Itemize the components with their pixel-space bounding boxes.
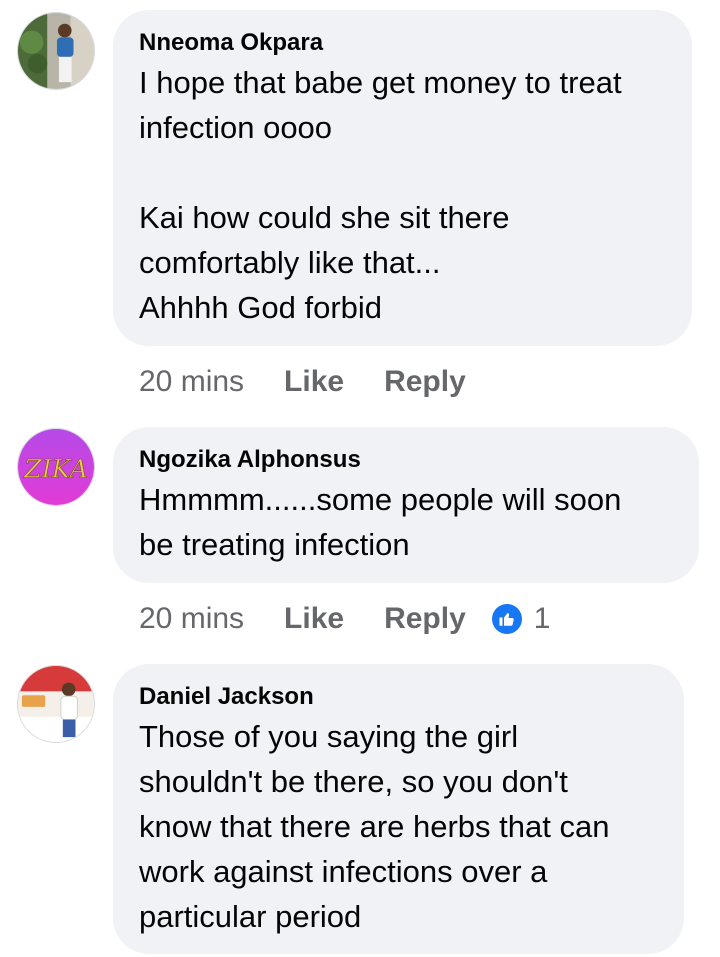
comment-author[interactable]: Ngozika Alphonsus — [139, 443, 673, 477]
reaction-count: 1 — [533, 602, 551, 635]
comment-author[interactable]: Daniel Jackson — [139, 680, 658, 714]
reply-button[interactable]: Reply — [384, 365, 466, 399]
comment-bubble: Daniel Jackson Those of you saying the g… — [113, 664, 684, 954]
comment-actions: 20 mins Like Reply 1 — [139, 599, 550, 639]
reaction-summary[interactable]: 1 — [491, 602, 551, 636]
like-button[interactable]: Like — [284, 602, 344, 636]
like-icon — [491, 604, 522, 634]
comment-text: Those of you saying the girl shouldn't b… — [139, 719, 610, 934]
comment-text: I hope that babe get money to treat infe… — [139, 65, 622, 325]
avatar[interactable]: ZIKA — [17, 428, 95, 506]
comment-text: Hmmmm......some people will soon be trea… — [139, 482, 622, 562]
profile-photo: ZIKA — [18, 429, 94, 505]
comment-author[interactable]: Nneoma Okpara — [139, 26, 666, 60]
comment-timestamp[interactable]: 20 mins — [139, 602, 244, 636]
comment-actions: 20 mins Like Reply — [139, 362, 492, 402]
avatar-logo-text: ZIKA — [23, 454, 88, 484]
profile-photo — [18, 666, 94, 742]
reply-button[interactable]: Reply — [384, 602, 466, 636]
comment-bubble: Nneoma Okpara I hope that babe get money… — [113, 10, 692, 346]
avatar[interactable] — [17, 12, 95, 90]
comment-bubble: Ngozika Alphonsus Hmmmm......some people… — [113, 427, 699, 583]
like-button[interactable]: Like — [284, 365, 344, 399]
comment-timestamp[interactable]: 20 mins — [139, 365, 244, 399]
avatar[interactable] — [17, 665, 95, 743]
profile-photo — [18, 13, 94, 89]
